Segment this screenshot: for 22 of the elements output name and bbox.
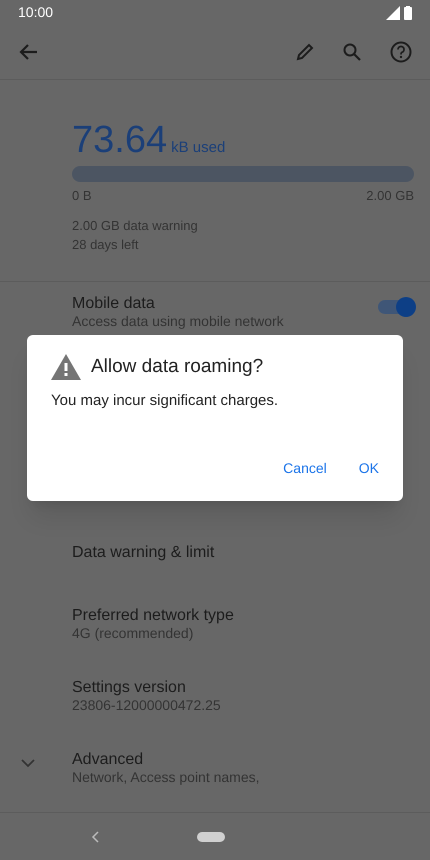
setting-title[interactable]: Mobile data bbox=[72, 294, 378, 313]
help-icon[interactable] bbox=[390, 41, 412, 63]
status-time: 10:00 bbox=[18, 3, 54, 22]
nav-back-icon[interactable] bbox=[91, 830, 99, 842]
dialog-message: You may incur significant charges. bbox=[51, 390, 280, 410]
usage-unit: kB used bbox=[171, 138, 226, 158]
edit-icon[interactable] bbox=[295, 42, 315, 62]
setting-title[interactable]: Data warning & limit bbox=[72, 542, 412, 562]
dialog-button[interactable]: OK bbox=[346, 452, 391, 485]
warning-icon bbox=[51, 354, 81, 380]
back-icon[interactable] bbox=[18, 43, 38, 61]
home-handle[interactable] bbox=[197, 832, 225, 842]
setting-title[interactable]: Advanced bbox=[72, 750, 412, 769]
dialog-button[interactable]: Cancel bbox=[271, 452, 339, 485]
usage-amount: 73.64 bbox=[72, 120, 168, 160]
signal-icon bbox=[386, 6, 400, 20]
chevron-down-icon[interactable] bbox=[21, 759, 35, 768]
search-icon[interactable] bbox=[342, 42, 362, 62]
battery-icon bbox=[404, 6, 412, 20]
dialog-title: Allow data roaming? bbox=[91, 355, 264, 379]
setting-title[interactable]: Settings version bbox=[72, 678, 412, 697]
setting-title[interactable]: Preferred network type bbox=[72, 606, 412, 625]
